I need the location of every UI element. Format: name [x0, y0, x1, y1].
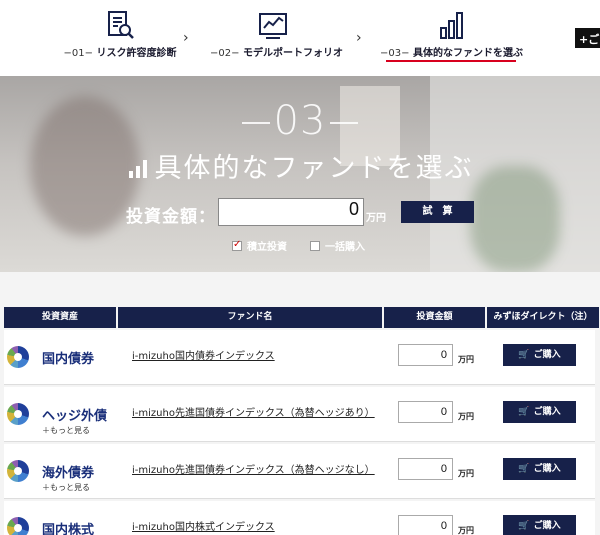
step-1-number: −01−	[63, 48, 93, 59]
asset-pie-icon	[7, 346, 29, 368]
step-3-select-funds[interactable]: −03− 具体的なファンドを選ぶ	[380, 0, 523, 76]
asset-pie-icon	[7, 460, 29, 482]
header-mizuho-direct: みずほダイレクト（注）	[487, 307, 599, 328]
checkbox-unchecked-icon	[310, 241, 320, 251]
show-more-link[interactable]: ＋もっと見る	[42, 425, 90, 436]
fund-link[interactable]: i-mizuho先進国債券インデックス（為替ヘッジなし）	[132, 461, 375, 476]
lump-sum-checkbox[interactable]: 一括購入	[310, 238, 365, 253]
amount-unit: 万円	[458, 469, 474, 478]
periodic-investment-label: 積立投資	[247, 242, 287, 253]
hero-title-text: 具体的なファンドを選ぶ	[154, 153, 474, 184]
chevron-right-icon: ›	[183, 30, 189, 46]
bar-chart-icon	[128, 160, 147, 178]
buy-button[interactable]: 🛒 ご購入	[503, 344, 576, 366]
step-1-label: リスク許容度診断	[96, 48, 177, 59]
step-navigation: −01− リスク許容度診断 › −02− モデルポートフォリオ › −03− 具…	[0, 0, 600, 76]
lump-sum-label: 一括購入	[325, 242, 365, 253]
step-2-number: −02−	[210, 48, 240, 59]
corner-button[interactable]: +ご	[575, 28, 600, 48]
table-row: 国内株式 i-mizuho国内株式インデックス 0 万円 🛒 ご購入	[4, 501, 595, 535]
asset-pie-icon	[7, 403, 29, 425]
amount-field[interactable]: 0	[398, 515, 453, 535]
cart-icon: 🛒	[518, 350, 530, 360]
show-more-link[interactable]: ＋もっと見る	[42, 482, 90, 493]
hero-title: 具体的なファンドを選ぶ	[0, 146, 600, 185]
investment-amount-input[interactable]: 0	[218, 198, 364, 226]
periodic-investment-checkbox[interactable]: 積立投資	[232, 238, 287, 253]
asset-name[interactable]: ヘッジ外債	[42, 405, 107, 424]
amount-field[interactable]: 0	[398, 344, 453, 366]
chevron-right-icon: ›	[356, 30, 362, 46]
asset-name[interactable]: 国内株式	[42, 519, 94, 535]
step-2-model-portfolio[interactable]: −02− モデルポートフォリオ	[210, 0, 343, 76]
fund-link[interactable]: i-mizuho国内株式インデックス	[132, 518, 275, 533]
amount-unit: 万円	[458, 412, 474, 421]
buy-button[interactable]: 🛒 ご購入	[503, 458, 576, 480]
checkbox-checked-icon	[232, 239, 242, 251]
cart-icon: 🛒	[518, 521, 530, 531]
header-amount: 投資金額	[384, 307, 485, 328]
calculate-button[interactable]: 試 算	[401, 201, 474, 223]
header-asset: 投資資産	[4, 307, 116, 328]
step-2-label: モデルポートフォリオ	[242, 48, 343, 59]
table-row: 国内債券 i-mizuho国内債券インデックス 0 万円 🛒 ご購入	[4, 330, 595, 385]
step-3-label: 具体的なファンドを選ぶ	[412, 48, 523, 59]
bar-chart-icon	[440, 12, 463, 39]
document-search-icon	[108, 11, 134, 39]
active-step-underline	[386, 60, 516, 62]
buy-button[interactable]: 🛒 ご購入	[503, 515, 576, 535]
cart-icon: 🛒	[518, 464, 530, 474]
step-3-number: −03−	[380, 48, 410, 59]
investment-amount-unit: 万円	[366, 213, 386, 224]
table-row: ヘッジ外債 ＋もっと見る i-mizuho先進国債券インデックス（為替ヘッジあり…	[4, 387, 595, 442]
asset-pie-icon	[7, 517, 29, 535]
asset-name[interactable]: 海外債券	[42, 462, 94, 481]
fund-table-header: 投資資産 ファンド名 投資金額 みずほダイレクト（注）	[4, 307, 599, 328]
investment-amount-label: 投資金額：	[126, 207, 216, 227]
amount-unit: 万円	[458, 355, 474, 364]
asset-name[interactable]: 国内債券	[42, 348, 94, 367]
portfolio-chart-icon	[258, 13, 287, 39]
amount-field[interactable]: 0	[398, 401, 453, 423]
cart-icon: 🛒	[518, 407, 530, 417]
amount-unit: 万円	[458, 526, 474, 535]
hero-section: 03 具体的なファンドを選ぶ 投資金額： 0 万円 試 算 積立投資 一括購入	[0, 76, 600, 272]
step-1-risk-diagnosis[interactable]: −01− リスク許容度診断	[52, 0, 188, 76]
fund-link[interactable]: i-mizuho国内債券インデックス	[132, 347, 275, 362]
fund-link[interactable]: i-mizuho先進国債券インデックス（為替ヘッジあり）	[132, 404, 375, 419]
buy-button[interactable]: 🛒 ご購入	[503, 401, 576, 423]
amount-field[interactable]: 0	[398, 458, 453, 480]
header-fund-name: ファンド名	[118, 307, 382, 328]
hero-step-number: 03	[0, 98, 600, 144]
table-row: 海外債券 ＋もっと見る i-mizuho先進国債券インデックス（為替ヘッジなし）…	[4, 444, 595, 499]
